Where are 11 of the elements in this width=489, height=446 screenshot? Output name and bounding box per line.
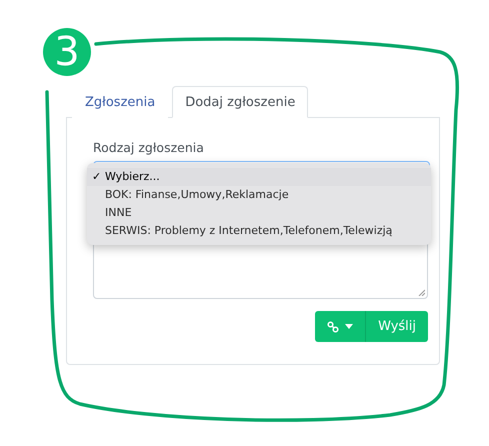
tab[interactable]: Dodaj zgłoszenie xyxy=(172,86,308,118)
resize-grip-icon xyxy=(418,289,425,296)
menu-option[interactable]: BOK: Finanse,Umowy,Reklamacje xyxy=(87,186,431,204)
menu-option[interactable]: SERWIS: Problemy z Internetem,Telefonem,Telewizją xyxy=(87,222,431,240)
caret-icon xyxy=(345,324,354,329)
menu-option[interactable]: INNE xyxy=(87,204,431,222)
check-icon: ✓ xyxy=(92,170,102,183)
field-label: Rodzaj zgłoszenia xyxy=(93,140,205,155)
link-icon xyxy=(327,320,340,332)
step-badge: 3 xyxy=(43,28,91,76)
menu-option[interactable]: ✓ Wybierz... xyxy=(87,168,431,186)
